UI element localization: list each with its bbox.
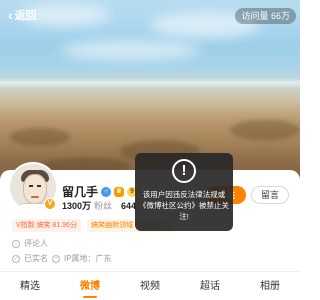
- bio-text: 评论人: [24, 239, 48, 248]
- bio-icon: i: [12, 239, 20, 248]
- divider: [0, 271, 300, 272]
- exclamation-icon: !: [172, 159, 196, 183]
- profile-tabs: 精选 微博 视频 超话 相册: [0, 278, 300, 298]
- bio-line: i 评论人: [12, 238, 48, 249]
- back-button[interactable]: ‹ 返回: [4, 6, 44, 24]
- real-name-line: ✓ 已实名: [12, 253, 48, 264]
- chevron-left-icon: ‹: [8, 7, 13, 23]
- banned-toast: ! 该用户因违反法律法规或《微博社区公约》被禁止关注!: [135, 153, 233, 231]
- level-value: 9: [130, 187, 134, 195]
- fans-count[interactable]: 1300万: [62, 199, 91, 212]
- real-name-text: 已实名: [24, 254, 48, 263]
- tab-album[interactable]: 相册: [240, 278, 300, 298]
- back-label: 返回: [14, 10, 37, 22]
- tab-weibo[interactable]: 微博: [60, 278, 120, 298]
- ip-text: IP属地：广东: [64, 254, 112, 263]
- verified-badge-icon: V: [44, 198, 56, 210]
- gender-male-icon: ♂: [101, 186, 112, 197]
- fans-label: 粉丝: [94, 201, 113, 211]
- tab-super-topic[interactable]: 超话: [180, 278, 240, 298]
- toast-message: 该用户因违反法律法规或《微博社区公约》被禁止关注!: [139, 190, 229, 221]
- user-name: 留几手: [62, 185, 99, 199]
- tab-featured[interactable]: 精选: [0, 278, 60, 298]
- location-icon: •: [52, 254, 60, 263]
- id-card-icon: ✓: [12, 254, 20, 263]
- ip-line: • IP属地：广东: [52, 253, 112, 264]
- message-button[interactable]: 留言: [251, 186, 289, 204]
- tab-video[interactable]: 视频: [120, 278, 180, 298]
- following-count[interactable]: 644: [121, 201, 136, 211]
- name-row: 留几手 ♂ ♛ 9: [62, 183, 137, 200]
- crown-icon: ♛: [114, 186, 125, 197]
- v-index-tag[interactable]: V指数 搞笑 81.96分: [12, 219, 82, 232]
- visits-badge: 访问量 66万: [235, 8, 296, 24]
